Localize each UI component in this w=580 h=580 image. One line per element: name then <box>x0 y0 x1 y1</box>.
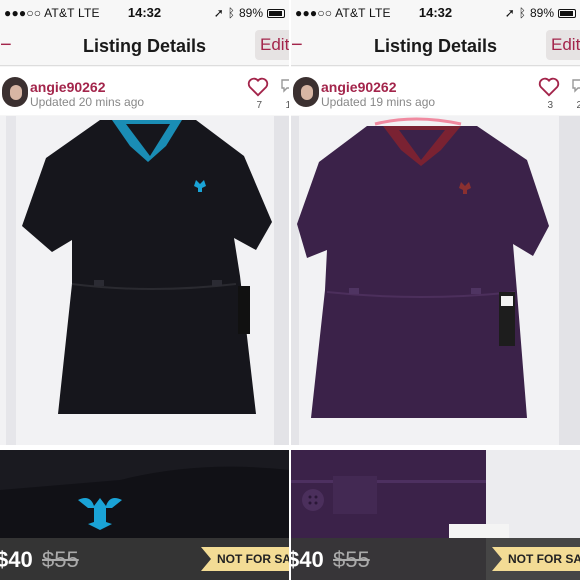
location-icon: ➚ <box>213 6 224 20</box>
edit-button[interactable]: Edit <box>546 30 580 60</box>
status-right: ➚ ᛒ 89% <box>214 6 285 20</box>
comment-count: 2 <box>576 100 580 111</box>
updated-time: Updated 19 mins ago <box>321 95 436 109</box>
bluetooth-icon: ᛒ <box>227 6 235 20</box>
button-detail <box>302 489 324 511</box>
listing-card-purple[interactable]: $40 $55 NOT FOR SALE <box>291 450 580 580</box>
seller-row: angie90262 Updated 20 mins ago 7 1 <box>0 67 289 115</box>
scrub-top-image <box>0 116 289 445</box>
nav-bar: − Listing Details Edit <box>291 26 580 66</box>
battery-percent: 89% <box>238 6 263 20</box>
status-bar: ●●●○○ AT&T LTE 14:32 ➚ ᛒ 89% <box>0 0 289 26</box>
heart-icon[interactable] <box>538 77 560 97</box>
comment-icon[interactable] <box>572 79 580 93</box>
nav-bar: − Listing Details Edit <box>0 26 289 66</box>
price-bar: $40 $55 NOT FOR SALE <box>0 538 289 580</box>
price: $40 <box>291 547 324 572</box>
listing-photo[interactable] <box>291 116 580 445</box>
comment-count: 1 <box>285 100 289 111</box>
listing-card-black[interactable]: $40 $55 NOT FOR SALE <box>0 450 289 580</box>
updated-time: Updated 20 mins ago <box>30 95 145 109</box>
like-count: 7 <box>256 100 262 111</box>
scrub-top-image <box>291 116 580 445</box>
comment-icon[interactable] <box>281 79 289 93</box>
original-price: $55 <box>42 547 79 572</box>
seller-row: angie90262 Updated 19 mins ago 3 2 <box>291 67 580 115</box>
status-bar: ●●●○○ AT&T LTE 14:32 ➚ ᛒ 89% <box>291 0 580 26</box>
listing-screen-purple: ●●●○○ AT&T LTE 14:32 ➚ ᛒ 89% − Listing D… <box>291 0 580 445</box>
battery-percent: 89% <box>529 6 554 20</box>
seller-username[interactable]: angie90262 <box>321 79 397 95</box>
original-price: $55 <box>333 547 370 572</box>
listing-photo[interactable] <box>0 116 289 445</box>
battery-icon <box>558 8 576 18</box>
heart-icon[interactable] <box>247 77 269 97</box>
price: $40 <box>0 547 33 572</box>
not-for-sale-badge: NOT FOR SALE <box>492 547 580 571</box>
edit-button[interactable]: Edit <box>255 30 289 60</box>
location-icon: ➚ <box>504 6 515 20</box>
page-title: Listing Details <box>82 36 207 56</box>
page-title: Listing Details <box>373 36 498 56</box>
listing-screen-black: ●●●○○ AT&T LTE 14:32 ➚ ᛒ 89% − Listing D… <box>0 0 289 445</box>
bluetooth-icon: ᛒ <box>518 6 526 20</box>
avatar[interactable] <box>2 77 28 107</box>
seller-username[interactable]: angie90262 <box>30 79 106 95</box>
like-count: 3 <box>547 100 553 111</box>
avatar[interactable] <box>293 77 319 107</box>
battery-icon <box>267 8 285 18</box>
status-right: ➚ ᛒ 89% <box>505 6 576 20</box>
price-bar: $40 $55 NOT FOR SALE <box>291 538 580 580</box>
not-for-sale-badge: NOT FOR SALE <box>201 547 289 571</box>
